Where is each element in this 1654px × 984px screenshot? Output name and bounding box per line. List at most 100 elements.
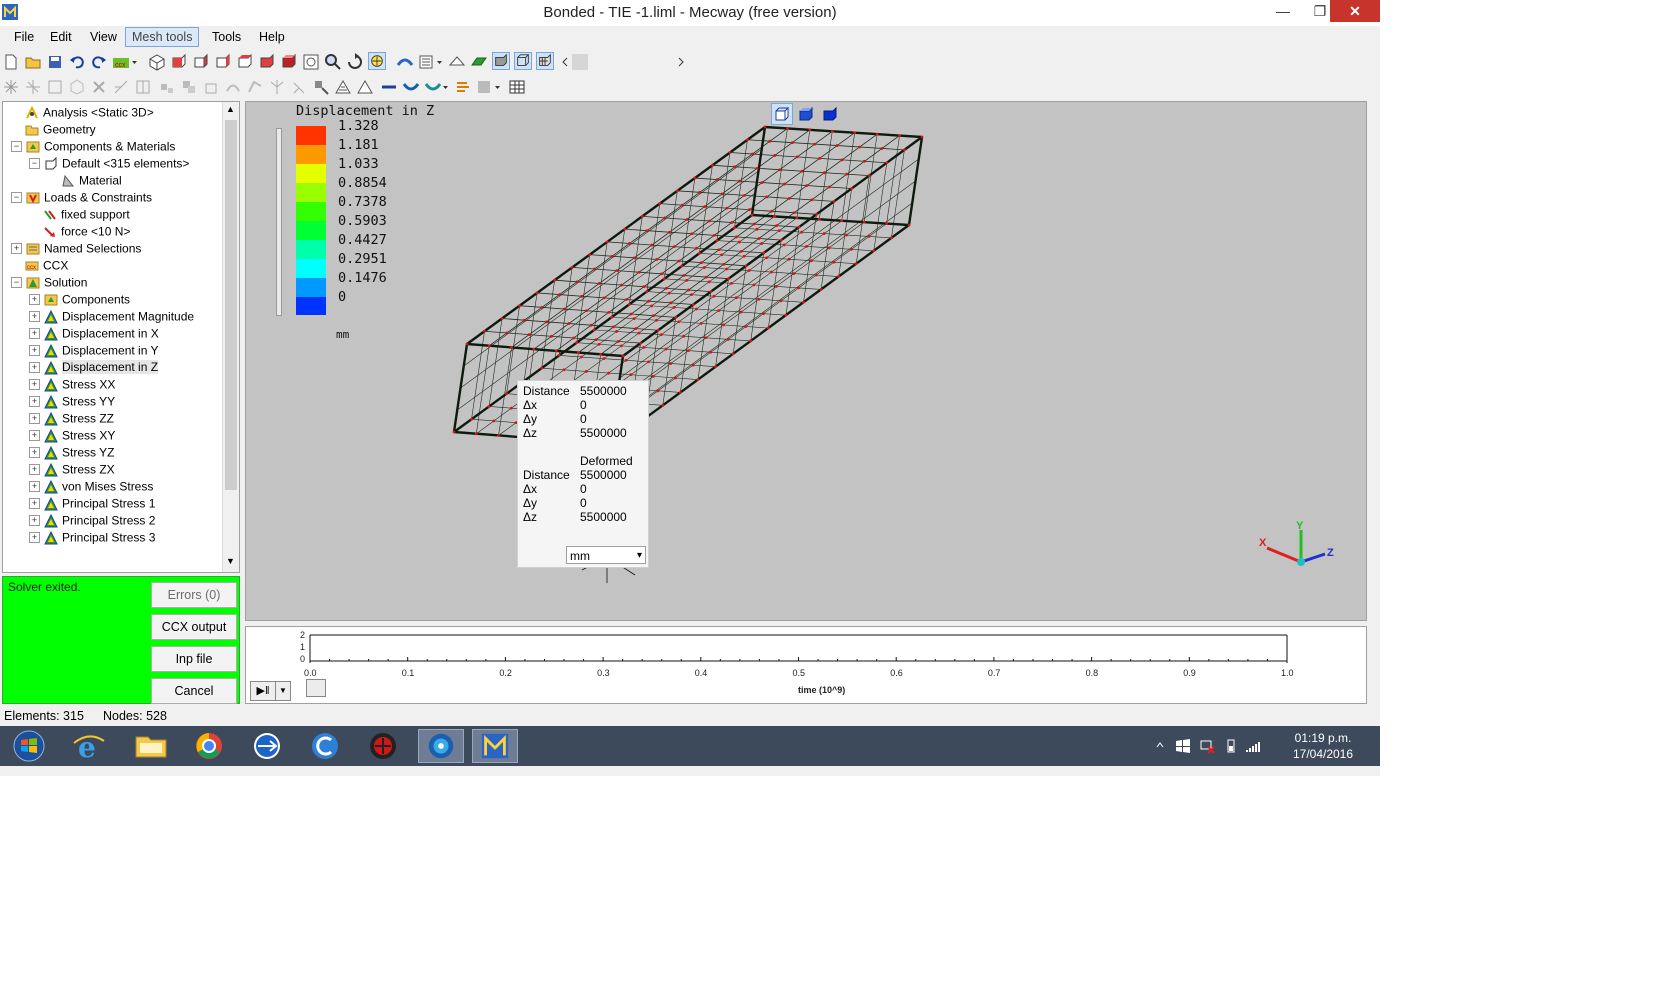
ccleaner-icon[interactable]: [302, 729, 348, 763]
tree-item[interactable]: + von Mises Stress: [29, 478, 153, 495]
expand-icon[interactable]: +: [29, 515, 40, 527]
tree-item[interactable]: Geometry: [25, 121, 96, 138]
file-explorer-icon[interactable]: [128, 729, 174, 763]
play-options-dropdown[interactable]: ▼: [275, 681, 291, 701]
tree-item[interactable]: + Principal Stress 1: [29, 495, 155, 512]
expand-icon[interactable]: +: [11, 243, 22, 255]
rotate-icon[interactable]: [346, 53, 364, 71]
view-iso-icon[interactable]: [148, 53, 166, 71]
expand-icon[interactable]: +: [29, 294, 40, 306]
antivirus-icon[interactable]: [360, 729, 406, 763]
view-back-icon[interactable]: [192, 53, 210, 71]
tree-item[interactable]: force <10 N>: [43, 223, 130, 240]
table-icon[interactable]: [508, 78, 526, 96]
menu-mesh-tools[interactable]: Mesh tools: [125, 27, 200, 47]
clock-date[interactable]: 17/04/2016: [1283, 747, 1363, 761]
tree-item[interactable]: − Components & Materials: [11, 138, 175, 155]
expand-icon[interactable]: +: [29, 447, 40, 459]
tree-item[interactable]: + Components: [29, 291, 130, 308]
view-left-icon[interactable]: [214, 53, 232, 71]
collapse-icon[interactable]: −: [11, 192, 22, 204]
curve-icon[interactable]: [402, 78, 420, 96]
element-tool-icon[interactable]: [448, 53, 466, 71]
menu-help[interactable]: Help: [253, 28, 291, 46]
expand-icon[interactable]: +: [29, 362, 40, 374]
3d-viewport[interactable]: Displacement in Z 1.328 1.181 1.033 0.8854 0…: [245, 101, 1367, 621]
zoom-icon[interactable]: [324, 53, 342, 71]
tree-item[interactable]: + Stress XX: [29, 376, 115, 393]
triangle-outline-icon[interactable]: [356, 78, 374, 96]
triangle-icon[interactable]: [334, 78, 352, 96]
surface-tool-icon[interactable]: [470, 53, 488, 71]
expand-icon[interactable]: +: [29, 464, 40, 476]
tree-item[interactable]: − Solution: [11, 274, 87, 291]
expand-icon[interactable]: +: [29, 345, 40, 357]
mecway-taskbar-icon[interactable]: [472, 729, 518, 763]
select-box-icon[interactable]: [46, 78, 64, 96]
tree-item[interactable]: + Displacement in X: [29, 325, 159, 342]
tree-item[interactable]: + Principal Stress 2: [29, 512, 155, 529]
scroll-left-icon[interactable]: [560, 53, 570, 71]
cancel-button[interactable]: Cancel: [151, 678, 237, 704]
open-folder-icon[interactable]: [24, 53, 42, 71]
collapse-icon[interactable]: −: [11, 141, 22, 153]
ccx-output-button[interactable]: CCX output: [151, 614, 237, 640]
scroll-right-icon[interactable]: [676, 53, 686, 71]
refine-icon[interactable]: [24, 78, 42, 96]
close-button[interactable]: ✕: [1330, 0, 1380, 22]
tree-item[interactable]: ccx CCX: [25, 257, 68, 274]
display-options-icon[interactable]: [476, 78, 502, 96]
media-app-icon[interactable]: [418, 729, 464, 763]
delete-icon[interactable]: [90, 78, 108, 96]
tree-item[interactable]: + Named Selections: [11, 240, 141, 257]
tree-item[interactable]: + Principal Stress 3: [29, 529, 155, 546]
merge-icon[interactable]: [134, 78, 152, 96]
curve-options-icon[interactable]: [424, 78, 450, 96]
tree-item[interactable]: + Displacement in Y: [29, 342, 159, 359]
toolbar-scroll-thumb[interactable]: [572, 54, 588, 70]
network-icon[interactable]: [1199, 738, 1215, 754]
explode-icon[interactable]: [2, 78, 20, 96]
mesh-wireframe[interactable]: [246, 102, 1366, 620]
time-slider-handle[interactable]: [306, 679, 326, 697]
show-hidden-icons-icon[interactable]: [1155, 740, 1165, 750]
tree-item[interactable]: + Displacement in Z: [29, 359, 159, 376]
tree-item[interactable]: Analysis <Static 3D>: [25, 104, 154, 121]
tree-scrollbar[interactable]: ▲ ▼: [222, 102, 239, 572]
split-icon[interactable]: [112, 78, 130, 96]
tree-item[interactable]: + Stress ZX: [29, 461, 115, 478]
wireframe-cube-icon[interactable]: [771, 103, 793, 125]
collapse-icon[interactable]: −: [29, 158, 40, 170]
expand-icon[interactable]: +: [29, 328, 40, 340]
view-top-icon[interactable]: [258, 53, 276, 71]
tree-item[interactable]: Material: [61, 172, 122, 189]
internet-explorer-icon[interactable]: e: [66, 729, 112, 763]
start-button[interactable]: [6, 729, 52, 763]
contour-settings-icon[interactable]: [418, 53, 444, 71]
collapse-icon[interactable]: −: [11, 277, 22, 289]
view-bottom-icon[interactable]: [280, 53, 298, 71]
save-icon[interactable]: [46, 53, 64, 71]
expand-icon[interactable]: +: [29, 430, 40, 442]
expand-icon[interactable]: +: [29, 311, 40, 323]
tree-item[interactable]: fixed support: [43, 206, 130, 223]
menu-file[interactable]: File: [8, 28, 40, 46]
tree-item[interactable]: + Stress YY: [29, 393, 115, 410]
action-center-icon[interactable]: [1175, 738, 1191, 754]
expand-icon[interactable]: +: [29, 396, 40, 408]
scroll-up-icon[interactable]: ▲: [226, 104, 235, 114]
move-icon[interactable]: [158, 78, 176, 96]
pan-icon[interactable]: [368, 52, 386, 70]
sweep-icon[interactable]: [246, 78, 264, 96]
copy-icon[interactable]: [180, 78, 198, 96]
play-pause-button[interactable]: ▶‖: [250, 681, 276, 701]
menu-tools[interactable]: Tools: [206, 28, 247, 46]
errors-button[interactable]: Errors (0): [151, 582, 237, 608]
tree-item[interactable]: + Displacement Magnitude: [29, 308, 194, 325]
tree-item[interactable]: + Stress XY: [29, 427, 115, 444]
render-solid-icon[interactable]: [492, 52, 510, 70]
scroll-down-icon[interactable]: ▼: [226, 556, 235, 566]
view-front-icon[interactable]: [170, 53, 188, 71]
tree-item[interactable]: − Loads & Constraints: [11, 189, 152, 206]
teamviewer-icon[interactable]: [244, 729, 290, 763]
